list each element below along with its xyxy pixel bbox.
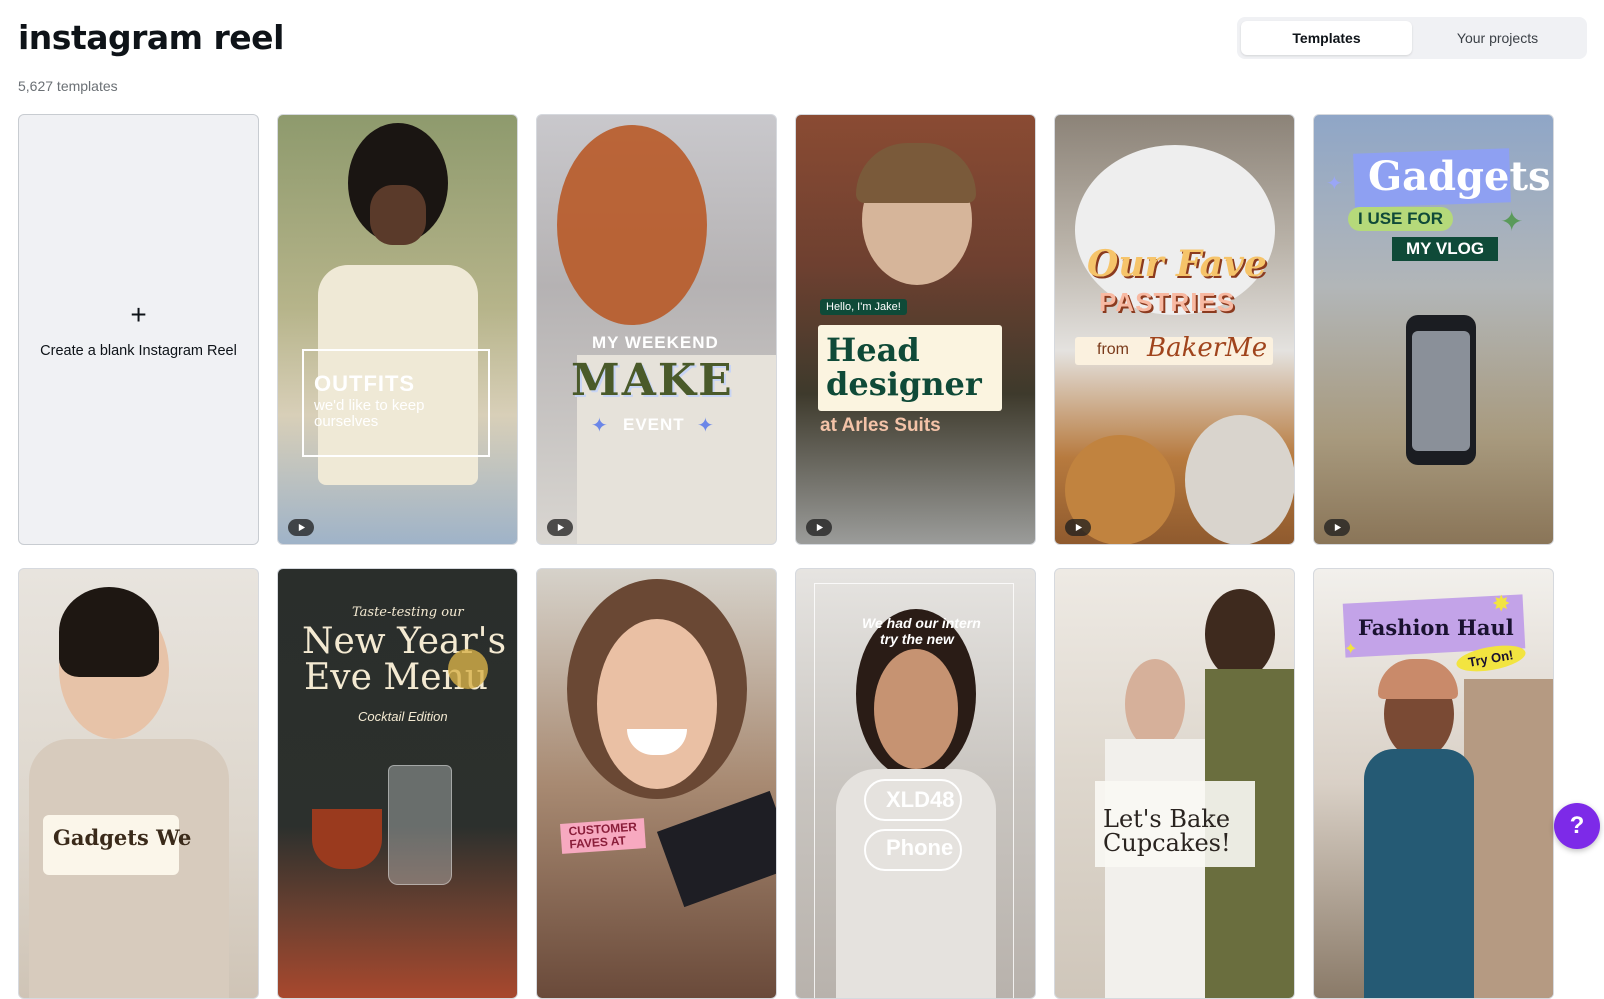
video-play-icon (288, 519, 314, 536)
card-text: try the new (880, 631, 954, 647)
template-card-outfits[interactable]: OUTFITS we'd like to keep ourselves (277, 114, 518, 545)
card-text: from (1097, 341, 1129, 358)
card-text: we'd like to keep (314, 397, 425, 414)
card-text: Phone (886, 835, 954, 860)
template-card-new-years-eve[interactable]: Taste-testing our New Year's Eve Menu Co… (277, 568, 518, 999)
card-text: ourselves (314, 413, 379, 430)
sparkle-icon: ✦ (591, 415, 608, 437)
create-blank-card[interactable]: + Create a blank Instagram Reel (18, 114, 259, 545)
template-card-gadgets-vlog[interactable]: Gadgets I USE FOR MY VLOG ✦ ✦ (1313, 114, 1554, 545)
tab-your-projects[interactable]: Your projects (1412, 21, 1583, 55)
sparkle-icon: ✦ (1500, 206, 1524, 237)
card-text: Cocktail Edition (358, 709, 448, 724)
card-text: Fashion Haul (1358, 615, 1514, 640)
card-text: PASTRIES (1099, 287, 1236, 317)
card-text: Hello, I'm Jake! (820, 299, 907, 315)
card-text: BakerMe (1147, 333, 1268, 363)
template-card-fave-pastries[interactable]: Our Fave PASTRIES from BakerMe (1054, 114, 1295, 545)
card-text: OUTFITS (314, 371, 416, 396)
video-play-icon (547, 519, 573, 536)
tab-templates[interactable]: Templates (1241, 21, 1412, 55)
card-text: FAVES AT (569, 833, 627, 852)
card-text: We had our intern (862, 615, 981, 631)
card-text: MY VLOG (1392, 237, 1499, 261)
plus-icon: + (130, 298, 147, 330)
sparkle-icon: ✸ (1492, 591, 1511, 616)
card-text: Cupcakes! (1103, 829, 1231, 857)
card-text: Taste-testing our (352, 605, 464, 620)
card-text: at Arles Suits (820, 415, 941, 436)
template-card-gadgets-we[interactable]: Gadgets We (18, 568, 259, 999)
template-card-intern-phone[interactable]: We had our intern try the new XLD48 Phon… (795, 568, 1036, 999)
template-card-head-designer[interactable]: Hello, I'm Jake! Head designer at Arles … (795, 114, 1036, 545)
video-play-icon (806, 519, 832, 536)
template-card-bake-cupcakes[interactable]: Let's Bake Cupcakes! (1054, 568, 1295, 999)
view-tabs: Templates Your projects (1237, 17, 1587, 59)
template-card-customer-faves[interactable]: CUSTOMER FAVES AT (536, 568, 777, 999)
card-text: EVENT (623, 415, 685, 434)
card-text: MY WEEKEND (592, 333, 719, 352)
video-play-icon (1324, 519, 1350, 536)
card-text: MAKE (571, 355, 734, 406)
card-text: Our Fave (1087, 243, 1267, 285)
card-text: XLD48 (886, 787, 955, 812)
create-blank-label: Create a blank Instagram Reel (40, 342, 237, 359)
card-text: Head (826, 331, 920, 369)
card-text: Gadgets We (53, 825, 192, 850)
sparkle-icon: ✦ (697, 415, 714, 437)
page-title: instagram reel (18, 18, 284, 57)
template-card-fashion-haul[interactable]: Fashion Haul Try On! ✸ ✦ (1313, 568, 1554, 999)
card-text: Let's Bake Cupcakes! (1103, 807, 1231, 855)
card-text: CUSTOMER FAVES AT (560, 818, 647, 854)
video-play-icon (1065, 519, 1091, 536)
template-count: 5,627 templates (18, 78, 118, 94)
sparkle-icon: ✦ (1326, 173, 1343, 195)
template-card-weekend-event[interactable]: MY WEEKEND MAKE EVENT ✦ ✦ (536, 114, 777, 545)
card-text: designer (826, 365, 982, 403)
card-text: I USE FOR (1348, 207, 1454, 231)
sparkle-icon: ✦ (1344, 641, 1358, 658)
help-button[interactable]: ? (1554, 803, 1600, 849)
card-text: Gadgets (1368, 153, 1551, 200)
